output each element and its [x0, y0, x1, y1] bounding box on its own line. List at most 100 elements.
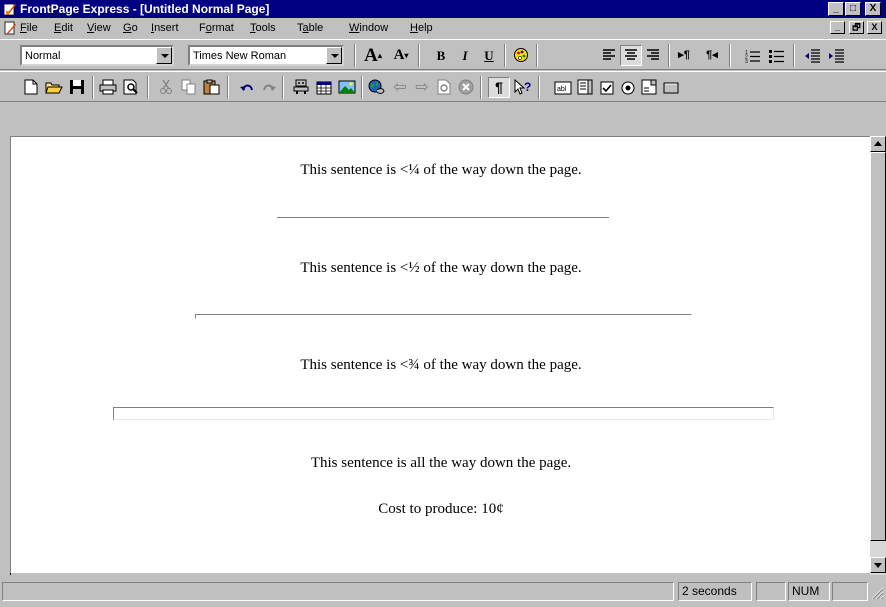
webbot-robot-icon: [293, 79, 309, 94]
menu-file[interactable]: File: [20, 22, 38, 34]
print-button[interactable]: [97, 77, 119, 98]
create-hyperlink-button[interactable]: [366, 77, 388, 98]
align-right-button[interactable]: [642, 45, 664, 66]
separator: [538, 76, 540, 99]
undo-button[interactable]: [236, 77, 258, 98]
table-grid-icon: [316, 81, 332, 95]
decrease-indent-button[interactable]: [802, 45, 824, 66]
menu-table-label: ble: [308, 22, 324, 34]
refresh-button[interactable]: [433, 77, 455, 98]
vertical-scrollbar[interactable]: [870, 136, 886, 575]
resize-grip-icon[interactable]: [870, 586, 884, 600]
minimize-button[interactable]: _: [828, 2, 844, 16]
paste-button[interactable]: [201, 77, 223, 98]
status-bar: 2 seconds NUM: [0, 580, 886, 604]
insert-image-button[interactable]: [336, 77, 358, 98]
help-pointer-button[interactable]: ?: [512, 77, 534, 98]
increase-indent-button[interactable]: [826, 45, 848, 66]
font-dropdown-arrow[interactable]: [326, 47, 342, 64]
open-button[interactable]: [43, 77, 65, 98]
status-blank-panel: [756, 582, 786, 601]
separator: [147, 76, 149, 99]
sentence-half[interactable]: This sentence is <½ of the way down the …: [11, 260, 871, 277]
style-dropdown[interactable]: Normal: [20, 45, 174, 66]
indent-icon: [829, 49, 844, 63]
insert-table-button[interactable]: [313, 77, 335, 98]
ltr-paragraph-button[interactable]: ▸¶: [673, 45, 695, 66]
insert-push-button[interactable]: [660, 77, 682, 98]
frontpage-app-icon[interactable]: [3, 2, 17, 16]
insert-scrolling-textbox-button[interactable]: [574, 77, 596, 98]
frontpage-window: FrontPage Express - [Untitled Normal Pag…: [0, 0, 886, 607]
copy-button[interactable]: [178, 77, 200, 98]
back-button[interactable]: ⇦: [389, 77, 411, 98]
text-color-button[interactable]: [510, 45, 532, 66]
insert-webbot-button[interactable]: [290, 77, 312, 98]
refresh-icon: [437, 79, 451, 95]
sentence-quarter[interactable]: This sentence is <¼ of the way down the …: [11, 162, 871, 179]
increase-text-size-button[interactable]: A▴: [362, 45, 384, 66]
scroll-down-arrow[interactable]: [870, 557, 886, 573]
insert-textbox-button[interactable]: abl: [552, 77, 574, 98]
page-editor[interactable]: This sentence is <¼ of the way down the …: [10, 136, 870, 573]
insert-dropdown-menu-button[interactable]: [638, 77, 660, 98]
sentence-three-quarter[interactable]: This sentence is <¾ of the way down the …: [11, 357, 871, 374]
increase-text-glyph: A: [364, 45, 378, 66]
doc-minimize-button[interactable]: _: [830, 21, 845, 34]
horizontal-rule-thick[interactable]: [113, 407, 774, 420]
menu-help[interactable]: Help: [410, 22, 433, 34]
help-pointer-icon: ?: [514, 78, 531, 95]
stop-button[interactable]: [455, 77, 477, 98]
numbered-list-button[interactable]: 123: [742, 45, 764, 66]
menu-window[interactable]: Window: [349, 22, 388, 34]
decrease-text-size-button[interactable]: A▾: [390, 45, 412, 66]
redo-button[interactable]: [258, 77, 280, 98]
cost-line[interactable]: Cost to produce: 10¢: [11, 501, 871, 518]
align-right-icon: [647, 49, 659, 60]
scroll-up-arrow[interactable]: [870, 136, 886, 152]
doc-close-button[interactable]: X: [867, 21, 882, 34]
insert-checkbox-button[interactable]: [596, 77, 618, 98]
menu-format[interactable]: Format: [199, 22, 234, 34]
menu-edit[interactable]: Edit: [54, 22, 73, 34]
push-button-icon: [663, 82, 679, 94]
redo-icon: [263, 84, 276, 91]
scroll-thumb[interactable]: [870, 152, 886, 541]
forward-button[interactable]: ⇨: [411, 77, 433, 98]
cut-button[interactable]: [155, 77, 177, 98]
separator: [480, 76, 482, 99]
horizontal-rule-thin[interactable]: [277, 217, 609, 219]
window-title: FrontPage Express - [Untitled Normal Pag…: [20, 2, 270, 16]
font-dropdown[interactable]: Times New Roman: [188, 45, 344, 66]
style-dropdown-arrow[interactable]: [156, 47, 172, 64]
bold-button[interactable]: B: [430, 45, 452, 66]
menu-tools[interactable]: Tools: [250, 22, 276, 34]
menu-insert[interactable]: Insert: [151, 22, 179, 34]
align-left-button[interactable]: [598, 45, 620, 66]
textbox-icon: abl: [554, 81, 572, 95]
underline-button[interactable]: U: [478, 45, 500, 66]
menu-table[interactable]: Table: [297, 22, 323, 34]
separator: [668, 44, 670, 67]
stop-icon: [458, 79, 474, 95]
save-button[interactable]: [66, 77, 88, 98]
close-button[interactable]: X: [865, 2, 881, 16]
document-icon[interactable]: [3, 21, 17, 35]
svg-text:abl: abl: [557, 86, 567, 93]
new-button[interactable]: [20, 77, 42, 98]
rtl-paragraph-button[interactable]: ¶◂: [701, 45, 723, 66]
doc-restore-button[interactable]: 🗗: [849, 21, 864, 34]
menu-view[interactable]: View: [87, 22, 111, 34]
printer-icon: [99, 79, 117, 95]
print-preview-button[interactable]: [120, 77, 142, 98]
insert-radio-button[interactable]: [617, 77, 639, 98]
bulleted-list-button[interactable]: [766, 45, 788, 66]
title-bar[interactable]: FrontPage Express - [Untitled Normal Pag…: [0, 0, 886, 18]
sentence-bottom[interactable]: This sentence is all the way down the pa…: [11, 455, 871, 472]
menu-go[interactable]: Go: [123, 22, 138, 34]
center-button[interactable]: [620, 45, 642, 66]
maximize-button[interactable]: □: [845, 2, 861, 16]
italic-button[interactable]: I: [454, 45, 476, 66]
horizontal-rule-medium[interactable]: [195, 314, 692, 319]
show-formatting-marks-button[interactable]: ¶: [488, 77, 510, 98]
